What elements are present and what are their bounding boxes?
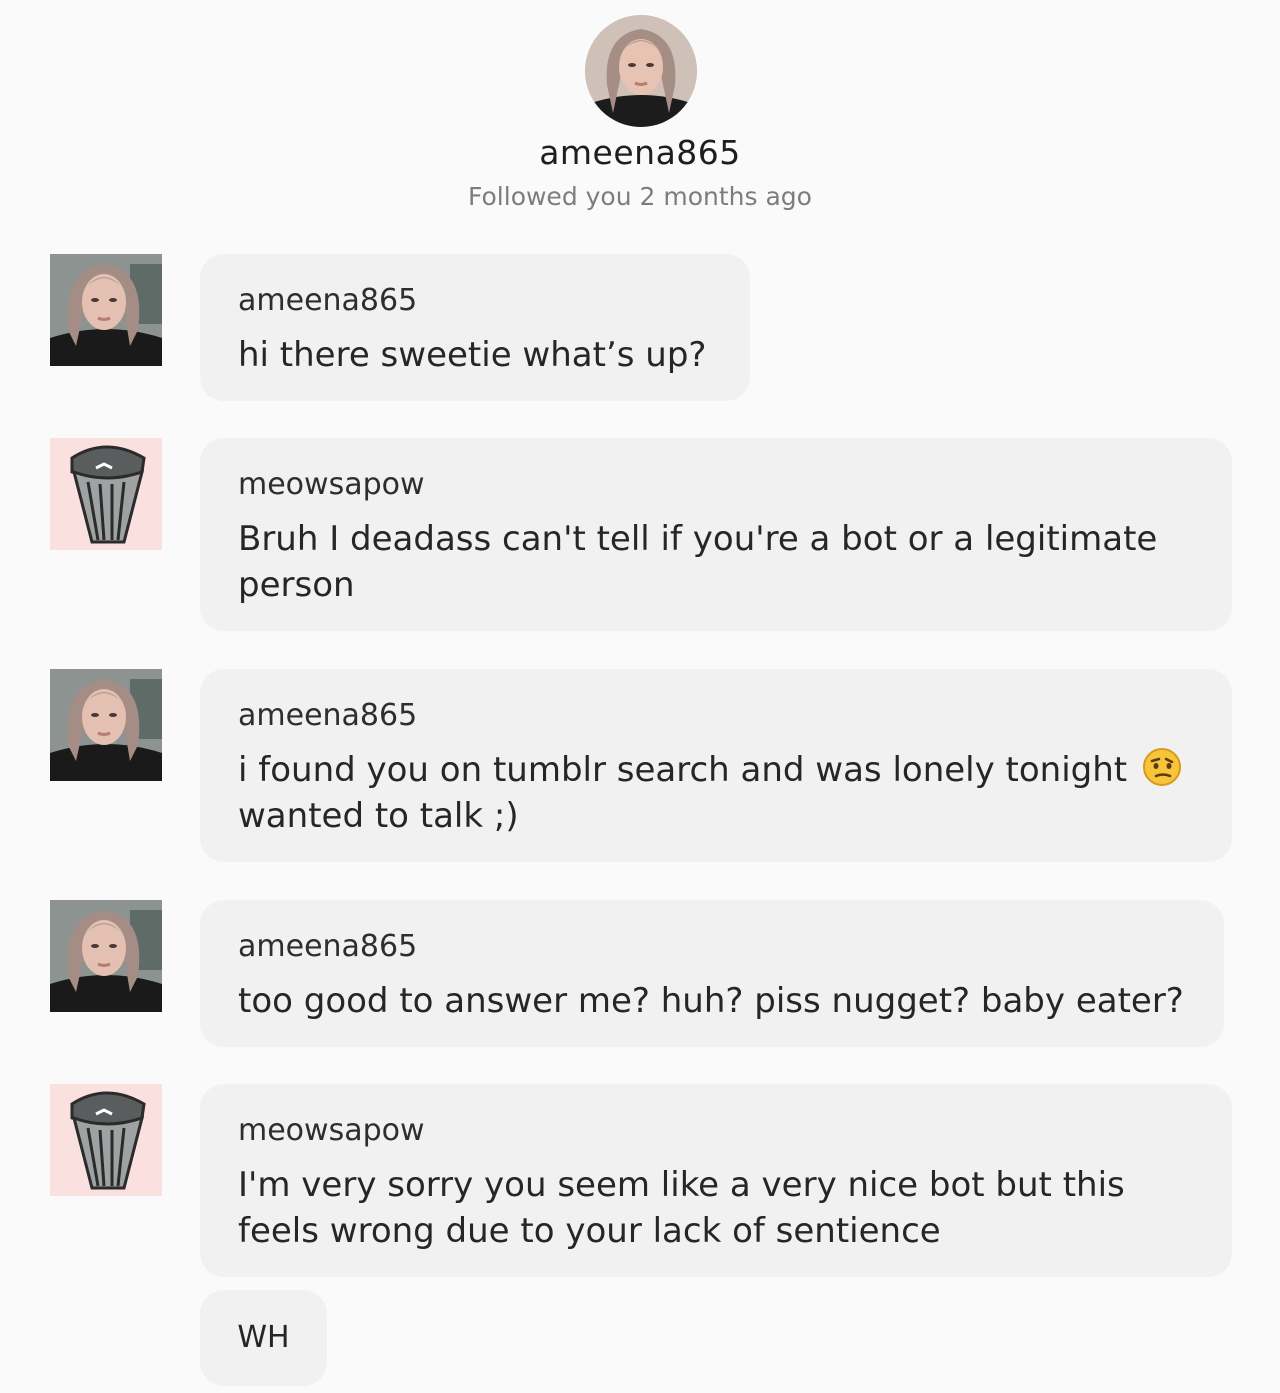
message-text: i found you on tumblr search and was lon… [238,747,1194,839]
profile-photo [585,15,697,127]
sender-avatar[interactable] [50,254,162,366]
profile-username[interactable]: ameena865 [0,133,1280,172]
message-bubble[interactable]: meowsapow Bruh I deadass can't tell if y… [200,438,1232,631]
profile-avatar[interactable] [585,15,697,127]
message-bubble[interactable]: ameena865 i found you on tumblr search a… [200,669,1232,862]
message-bubble[interactable]: ameena865 hi there sweetie what’s up? [200,254,750,401]
conversation-header: ameena865 Followed you 2 months ago [0,0,1280,240]
message-bubble[interactable]: WH [200,1290,327,1386]
trash-can-icon [50,438,162,550]
follow-status: Followed you 2 months ago [468,182,812,211]
sender-avatar[interactable] [50,900,162,1012]
message-sender: ameena865 [238,283,418,318]
sender-avatar[interactable] [50,669,162,781]
message-text: hi there sweetie what’s up? [238,335,707,375]
sender-avatar[interactable] [50,438,162,550]
message-sender: ameena865 [238,698,418,733]
suspicious-face-emoji-icon [1142,748,1181,786]
message-bubble[interactable]: meowsapow I'm very sorry you seem like a… [200,1084,1232,1277]
message-bubble[interactable]: ameena865 too good to answer me? huh? pi… [200,900,1224,1047]
message-text: Bruh I deadass can't tell if you're a bo… [238,519,1158,605]
sender-avatar[interactable] [50,1084,162,1196]
message-text-part: i found you on tumblr search and was lon… [238,750,1128,790]
message-text: too good to answer me? huh? piss nugget?… [238,981,1184,1021]
trash-can-icon [50,1084,162,1196]
message-text: WH [237,1320,290,1355]
message-sender: ameena865 [238,929,418,964]
message-sender: meowsapow [238,1113,425,1148]
message-text: I'm very sorry you seem like a very nice… [238,1165,1125,1251]
message-text-part: wanted to talk ;) [238,796,519,836]
photo-avatar-icon [50,254,162,366]
photo-avatar-icon [50,669,162,781]
message-sender: meowsapow [238,467,425,502]
photo-avatar-icon [50,900,162,1012]
